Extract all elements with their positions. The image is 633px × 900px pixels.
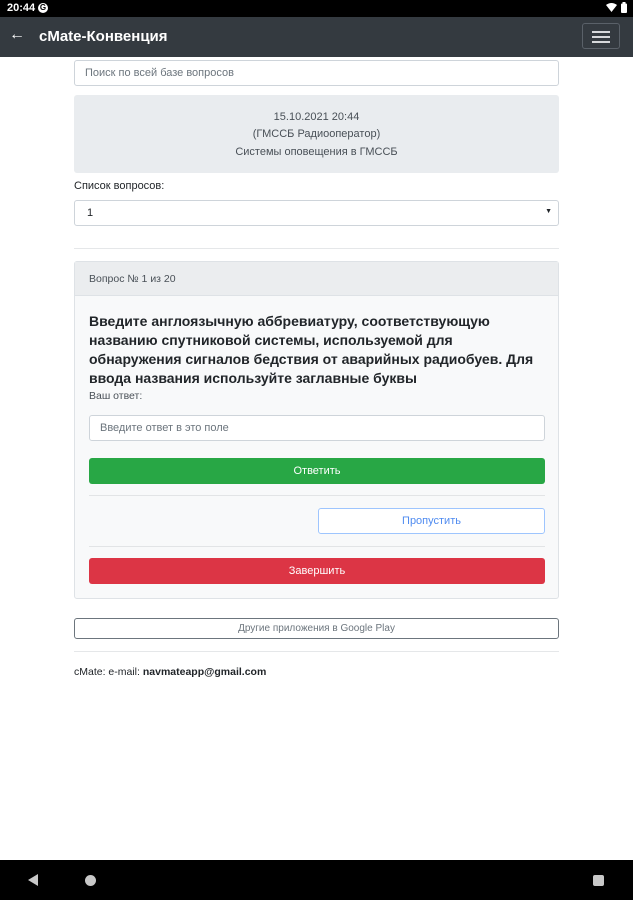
test-topic: Системы оповещения в ГМССБ — [235, 146, 398, 158]
battery-icon — [621, 2, 627, 13]
status-time: 20:44 — [7, 2, 36, 14]
status-bar: 20:44 G — [0, 0, 633, 17]
search-input[interactable]: Поиск по всей базе вопросов — [74, 60, 559, 86]
question-counter: Вопрос № 1 из 20 — [89, 273, 176, 285]
finish-button[interactable]: Завершить — [89, 558, 545, 584]
test-info-box: 15.10.2021 20:44 (ГМССБ Радиооператор) С… — [74, 95, 559, 173]
question-list-label: Список вопросов: — [74, 180, 165, 192]
app-bar: ← cMate-Конвенция — [0, 17, 633, 57]
answer-label: Ваш ответ: — [89, 390, 143, 402]
other-apps-button[interactable]: Другие приложения в Google Play — [74, 618, 559, 639]
skip-button[interactable]: Пропустить — [318, 508, 545, 534]
footer-email[interactable]: navmateapp@gmail.com — [143, 666, 266, 678]
question-card: Вопрос № 1 из 20 Введите англоязычную аб… — [74, 261, 559, 599]
card-divider — [89, 495, 545, 496]
question-select-value: 1 — [87, 207, 94, 219]
question-text: Введите англоязычную аббревиатуру, соотв… — [89, 313, 534, 386]
answer-input[interactable]: Введите ответ в это поле — [89, 415, 545, 441]
test-course: (ГМССБ Радиооператор) — [252, 128, 381, 140]
nav-recents-icon[interactable] — [593, 875, 604, 886]
app-title: cMate-Конвенция — [39, 28, 168, 45]
divider — [74, 248, 559, 249]
footer: cMate: e-mail: navmateapp@gmail.com — [74, 666, 266, 678]
question-select[interactable]: 1 ▼ — [74, 200, 559, 226]
system-nav-bar — [0, 860, 633, 900]
google-icon: G — [38, 3, 48, 13]
menu-button[interactable] — [582, 23, 620, 49]
chevron-down-icon: ▼ — [545, 208, 552, 215]
footer-prefix: cMate: e-mail: — [74, 666, 143, 678]
answer-button[interactable]: Ответить — [89, 458, 545, 484]
back-arrow-icon[interactable]: ← — [8, 26, 26, 44]
status-icons — [606, 2, 627, 13]
nav-back-icon[interactable] — [28, 874, 38, 886]
test-date: 15.10.2021 20:44 — [273, 111, 360, 123]
wifi-icon — [606, 2, 617, 12]
nav-home-icon[interactable] — [85, 875, 96, 886]
divider — [74, 651, 559, 652]
card-divider — [89, 546, 545, 547]
question-card-header: Вопрос № 1 из 20 — [75, 262, 558, 296]
hamburger-icon — [592, 31, 610, 33]
